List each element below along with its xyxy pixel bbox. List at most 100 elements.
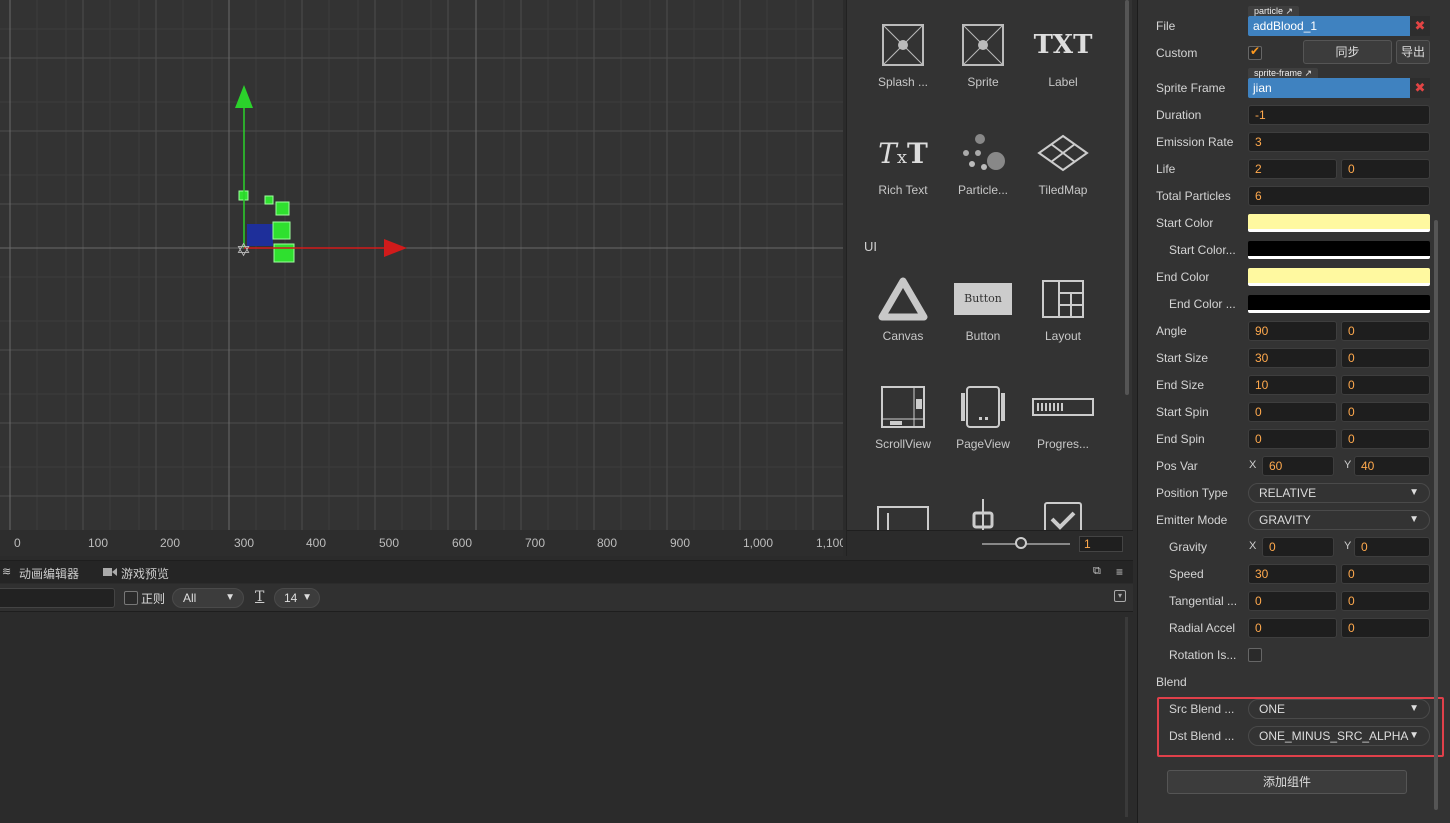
prop-label-end-color: End Color <box>1156 270 1210 284</box>
console-panel: ≋ 动画编辑器 游戏预览 ⧉ ≡ 正则 All ▼ T 14 ▼ ▾ <box>0 560 1133 823</box>
end-size-input[interactable]: 10 <box>1248 375 1337 395</box>
ruler-label: 600 <box>452 536 473 550</box>
emission-rate-input[interactable]: 3 <box>1248 132 1430 152</box>
chevron-down-icon: ▼ <box>1409 487 1419 498</box>
collapse-icon[interactable]: ▾ <box>1114 590 1126 602</box>
palette-item-canvas[interactable]: Canvas <box>863 269 943 343</box>
palette-label: Canvas <box>882 329 924 343</box>
palette-item-progressbar[interactable]: Progres... <box>1023 377 1103 451</box>
rotation-is-dir-checkbox[interactable] <box>1248 648 1262 662</box>
axis-x-label: X <box>1249 459 1257 471</box>
palette-scrollbar[interactable] <box>1125 0 1129 395</box>
palette-label: Button <box>965 329 1001 343</box>
speed-input[interactable]: 30 <box>1248 564 1337 584</box>
scene-view[interactable]: ✡ 0 100 200 300 400 500 600 700 800 900 … <box>0 0 843 556</box>
duration-input[interactable]: -1 <box>1248 105 1430 125</box>
palette-item-layout[interactable]: Layout <box>1023 269 1103 343</box>
start-size-input[interactable]: 30 <box>1248 348 1337 368</box>
prop-label-gravity: Gravity <box>1169 540 1208 554</box>
palette-item-particle[interactable]: Particle... <box>943 123 1023 197</box>
start-spin-input[interactable]: 0 <box>1248 402 1337 422</box>
position-type-select[interactable]: RELATIVE ▼ <box>1248 483 1430 503</box>
prop-label-end-spin: End Spin <box>1156 432 1205 446</box>
export-button[interactable]: 导出 <box>1396 40 1430 64</box>
slider-icon <box>943 485 1023 530</box>
console-toolbar: 正则 All ▼ T 14 ▼ ▾ <box>0 584 1133 612</box>
angle-input[interactable]: 90 <box>1248 321 1337 341</box>
prop-label-tangential: Tangential ... <box>1169 594 1238 608</box>
ruler-label: 100 <box>88 536 109 550</box>
palette-item-toggle[interactable] <box>1023 485 1103 530</box>
end-color-swatch[interactable] <box>1248 268 1430 286</box>
console-search-input[interactable] <box>0 588 115 608</box>
palette-item-button[interactable]: Button Button <box>943 269 1023 343</box>
palette-item-editbox[interactable] <box>863 485 943 530</box>
log-level-select[interactable]: All ▼ <box>172 588 244 608</box>
prop-label-speed: Speed <box>1169 567 1204 581</box>
progressbar-icon <box>1023 377 1103 437</box>
custom-checkbox[interactable]: ✔ <box>1248 44 1262 60</box>
splash-icon <box>863 15 943 75</box>
prop-label-start-spin: Start Spin <box>1156 405 1209 419</box>
add-component-button[interactable]: 添加组件 <box>1167 770 1407 794</box>
inspector-scrollbar[interactable] <box>1434 220 1438 810</box>
palette-label: ScrollView <box>875 437 931 451</box>
palette-item-tiledmap[interactable]: TiledMap <box>1023 123 1103 197</box>
prop-label-file: File <box>1156 19 1176 33</box>
tab-game-preview[interactable]: 游戏预览 <box>121 565 169 582</box>
clear-icon[interactable]: ✖ <box>1410 78 1430 98</box>
regex-checkbox[interactable] <box>124 591 138 605</box>
palette-item-sprite[interactable]: Sprite <box>943 15 1023 89</box>
palette-item-scrollview[interactable]: ScrollView <box>863 377 943 451</box>
end-spin-input[interactable]: 0 <box>1248 429 1337 449</box>
palette-item-pageview[interactable]: PageView <box>943 377 1023 451</box>
particle-icon <box>943 123 1023 183</box>
start-size-var-input[interactable]: 0 <box>1341 348 1430 368</box>
speed-var-input[interactable]: 0 <box>1341 564 1430 584</box>
font-size-select[interactable]: 14 ▼ <box>274 588 320 608</box>
end-spin-var-input[interactable]: 0 <box>1341 429 1430 449</box>
angle-var-input[interactable]: 0 <box>1341 321 1430 341</box>
ruler-label: 0 <box>14 536 21 550</box>
console-scrollbar[interactable] <box>1125 617 1128 817</box>
palette-item-splash[interactable]: Splash ... <box>863 15 943 89</box>
start-color-var-swatch[interactable] <box>1248 241 1430 259</box>
checkmark-icon: ✔ <box>1250 44 1261 58</box>
sync-button[interactable]: 同步 <box>1303 40 1392 64</box>
radial-accel-input[interactable]: 0 <box>1248 618 1337 638</box>
tangential-accel-input[interactable]: 0 <box>1248 591 1337 611</box>
end-size-var-input[interactable]: 0 <box>1341 375 1430 395</box>
ruler-label: 800 <box>597 536 618 550</box>
pos-var-y-input[interactable]: 40 <box>1354 456 1430 476</box>
tab-animation-editor[interactable]: 动画编辑器 <box>19 565 79 582</box>
life-var-input[interactable]: 0 <box>1341 159 1430 179</box>
start-color-swatch[interactable] <box>1248 214 1430 232</box>
total-particles-input[interactable]: 6 <box>1248 186 1430 206</box>
gravity-x-input[interactable]: 0 <box>1262 537 1334 557</box>
tangential-accel-var-input[interactable]: 0 <box>1341 591 1430 611</box>
gravity-y-input[interactable]: 0 <box>1354 537 1430 557</box>
svg-text:✡: ✡ <box>236 240 251 261</box>
menu-icon[interactable]: ≡ <box>1116 565 1123 579</box>
end-color-var-swatch[interactable] <box>1248 295 1430 313</box>
sprite-frame-asset-field[interactable]: jian ✖ <box>1248 78 1430 98</box>
palette-item-rich-text[interactable]: TxT Rich Text <box>863 123 943 198</box>
ruler-label: 200 <box>160 536 181 550</box>
prop-label-angle: Angle <box>1156 324 1187 338</box>
palette-label: Layout <box>1044 329 1082 343</box>
file-asset-field[interactable]: addBlood_1 ✖ <box>1248 16 1430 36</box>
emitter-mode-select[interactable]: GRAVITY ▼ <box>1248 510 1430 530</box>
axis-y-label: Y <box>1344 459 1352 471</box>
start-spin-var-input[interactable]: 0 <box>1341 402 1430 422</box>
palette-label: Progres... <box>1036 437 1090 451</box>
zoom-value-input[interactable]: 1 <box>1079 536 1123 552</box>
life-input[interactable]: 2 <box>1248 159 1337 179</box>
maximize-icon[interactable]: ⧉ <box>1093 565 1101 578</box>
pos-var-x-input[interactable]: 60 <box>1262 456 1334 476</box>
palette-item-slider[interactable] <box>943 485 1023 530</box>
clear-icon[interactable]: ✖ <box>1410 16 1430 36</box>
zoom-slider-handle[interactable] <box>1015 537 1027 549</box>
prop-label-rotation-is-dir: Rotation Is... <box>1169 648 1237 662</box>
radial-accel-var-input[interactable]: 0 <box>1341 618 1430 638</box>
palette-item-label[interactable]: TXT Label <box>1023 15 1103 89</box>
